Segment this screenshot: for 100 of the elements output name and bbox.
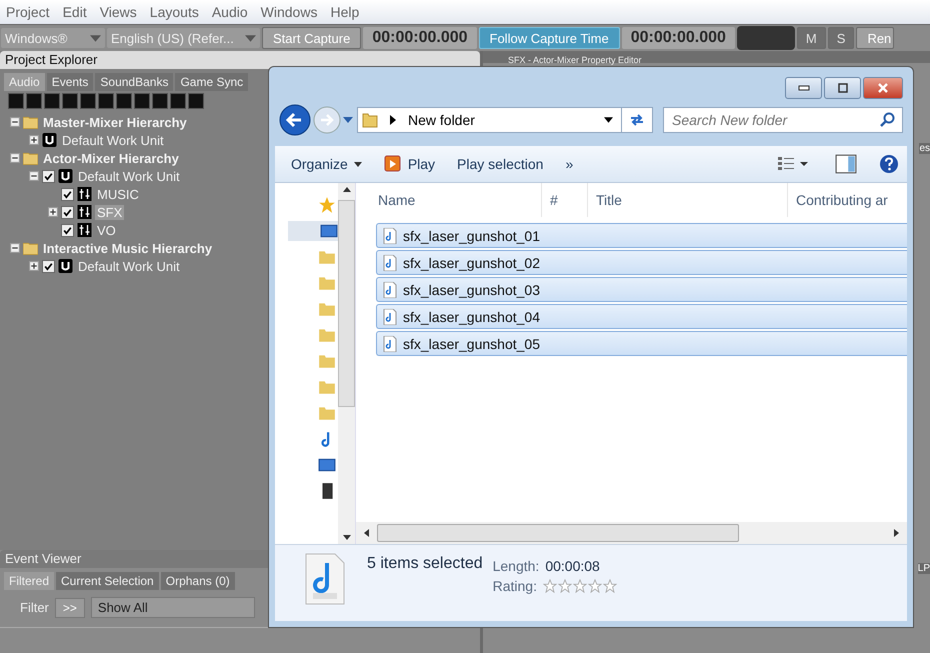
file-row[interactable]: sfx_laser_gunshot_05: [376, 331, 907, 356]
folder-icon: [23, 151, 38, 165]
tab[interactable]: Current Selection: [56, 572, 159, 590]
tree-item[interactable]: Interactive Music Hierarchy: [41, 240, 214, 256]
start-capture-button[interactable]: Start Capture: [262, 27, 362, 49]
file-row[interactable]: sfx_laser_gunshot_01: [376, 223, 907, 248]
menu-item[interactable]: Help: [330, 4, 360, 20]
caret-icon[interactable]: [343, 117, 353, 123]
tab[interactable]: Events: [46, 73, 94, 91]
toolbar-icon[interactable]: [116, 93, 132, 109]
checkbox[interactable]: [61, 206, 74, 218]
toolbar-icon[interactable]: [134, 93, 150, 109]
star-icon[interactable]: [588, 579, 602, 593]
toolbar-icon[interactable]: [8, 93, 24, 109]
star-icon[interactable]: [572, 579, 587, 593]
tree-item[interactable]: MUSIC: [95, 186, 141, 202]
checkbox[interactable]: [61, 188, 74, 200]
address-bar[interactable]: New folder: [357, 107, 653, 133]
expander-icon[interactable]: [10, 153, 20, 163]
menu-item[interactable]: Windows: [260, 4, 318, 20]
follow-capture-time-button[interactable]: Follow Capture Time: [478, 27, 620, 49]
toolbar-icon[interactable]: [98, 93, 114, 109]
scroll-down-icon[interactable]: [342, 535, 350, 540]
column-header[interactable]: Contributing ar: [788, 183, 888, 217]
toolbar-icon[interactable]: [188, 93, 204, 109]
checkbox[interactable]: [42, 260, 55, 272]
expander-icon[interactable]: [29, 171, 39, 181]
filter-button[interactable]: >>: [54, 598, 85, 618]
menu-item[interactable]: Edit: [62, 4, 87, 20]
expander-icon[interactable]: [29, 261, 39, 271]
language-dropdown[interactable]: English (US) (Refer...: [107, 28, 260, 48]
toolbar-icon[interactable]: [62, 93, 78, 109]
back-icon[interactable]: [279, 104, 311, 136]
tree-item[interactable]: Actor-Mixer Hierarchy: [41, 150, 181, 166]
command-button[interactable]: Play selection: [449, 152, 552, 176]
mixer-icon: [77, 223, 92, 237]
platform-dropdown[interactable]: Windows®: [1, 28, 105, 48]
mute-button[interactable]: M: [796, 27, 826, 49]
menu-item[interactable]: Project: [6, 4, 50, 20]
tab[interactable]: SoundBanks: [95, 73, 174, 91]
column-header[interactable]: Title: [588, 183, 788, 217]
monitor-icon[interactable]: [318, 456, 336, 474]
work-unit-icon: [42, 133, 57, 147]
tab[interactable]: Orphans (0): [160, 572, 235, 590]
column-header[interactable]: Name: [356, 183, 542, 217]
caret-icon: [245, 34, 256, 42]
command-button[interactable]: »: [557, 152, 582, 176]
checkbox[interactable]: [61, 224, 74, 236]
audio-file-icon: [383, 254, 397, 270]
toolbar-icon[interactable]: [152, 93, 168, 109]
tree-item[interactable]: Default Work Unit: [76, 168, 182, 184]
toolbar-icon[interactable]: [80, 93, 96, 109]
file-row[interactable]: sfx_laser_gunshot_03: [376, 277, 907, 302]
play-button[interactable]: Play: [376, 151, 444, 177]
search-icon: [879, 112, 895, 128]
file-row[interactable]: sfx_laser_gunshot_02: [376, 250, 907, 275]
toolbar-button[interactable]: Ren: [856, 27, 894, 49]
checkbox[interactable]: [42, 170, 55, 182]
star-icon[interactable]: [602, 579, 617, 593]
menu-item[interactable]: Views: [100, 4, 137, 20]
property-label: Length:: [492, 558, 540, 574]
organize-menu[interactable]: Organize: [283, 152, 370, 176]
tab[interactable]: Filtered: [4, 572, 54, 590]
star-icon[interactable]: [542, 579, 557, 593]
monitor-icon[interactable]: [320, 222, 338, 240]
tree-item[interactable]: Master-Mixer Hierarchy: [41, 114, 189, 130]
solo-button[interactable]: S: [828, 27, 854, 49]
menu-item[interactable]: Layouts: [150, 4, 199, 20]
maximize-button[interactable]: [824, 77, 861, 99]
file-row[interactable]: sfx_laser_gunshot_04: [376, 304, 907, 329]
minimize-button[interactable]: [785, 77, 822, 99]
tree-item[interactable]: VO: [95, 222, 118, 238]
audio-file-icon: [383, 228, 397, 244]
tree-item[interactable]: Default Work Unit: [60, 132, 166, 148]
column-header[interactable]: #: [542, 183, 588, 217]
star-icon[interactable]: [558, 579, 572, 593]
scroll-right-icon[interactable]: [894, 529, 899, 537]
audio-file-icon: [383, 308, 397, 324]
expander-icon[interactable]: [29, 135, 39, 145]
tree-item[interactable]: SFX: [95, 204, 124, 220]
scrollbar[interactable]: [356, 522, 907, 544]
expander-icon[interactable]: [10, 243, 20, 253]
folder-icon: [362, 112, 378, 128]
toolbar-icon[interactable]: [26, 93, 42, 109]
scroll-up-icon[interactable]: [342, 187, 350, 192]
toolbar-icon[interactable]: [170, 93, 186, 109]
close-button[interactable]: [863, 77, 903, 99]
menu-item[interactable]: Audio: [212, 4, 248, 20]
expander-icon[interactable]: [10, 117, 20, 127]
search-field[interactable]: Search New folder: [663, 107, 903, 133]
toolbar-icon[interactable]: [44, 93, 60, 109]
star-icon[interactable]: [318, 196, 336, 214]
filter-field[interactable]: Show All: [90, 597, 255, 618]
wav-file-icon: [305, 553, 345, 605]
scrollbar[interactable]: [338, 183, 355, 544]
tab[interactable]: Game Sync: [175, 73, 248, 91]
scroll-left-icon[interactable]: [364, 529, 369, 537]
tree-item[interactable]: Default Work Unit: [76, 258, 182, 274]
tab[interactable]: Audio: [4, 73, 45, 91]
expander-icon[interactable]: [48, 207, 58, 217]
